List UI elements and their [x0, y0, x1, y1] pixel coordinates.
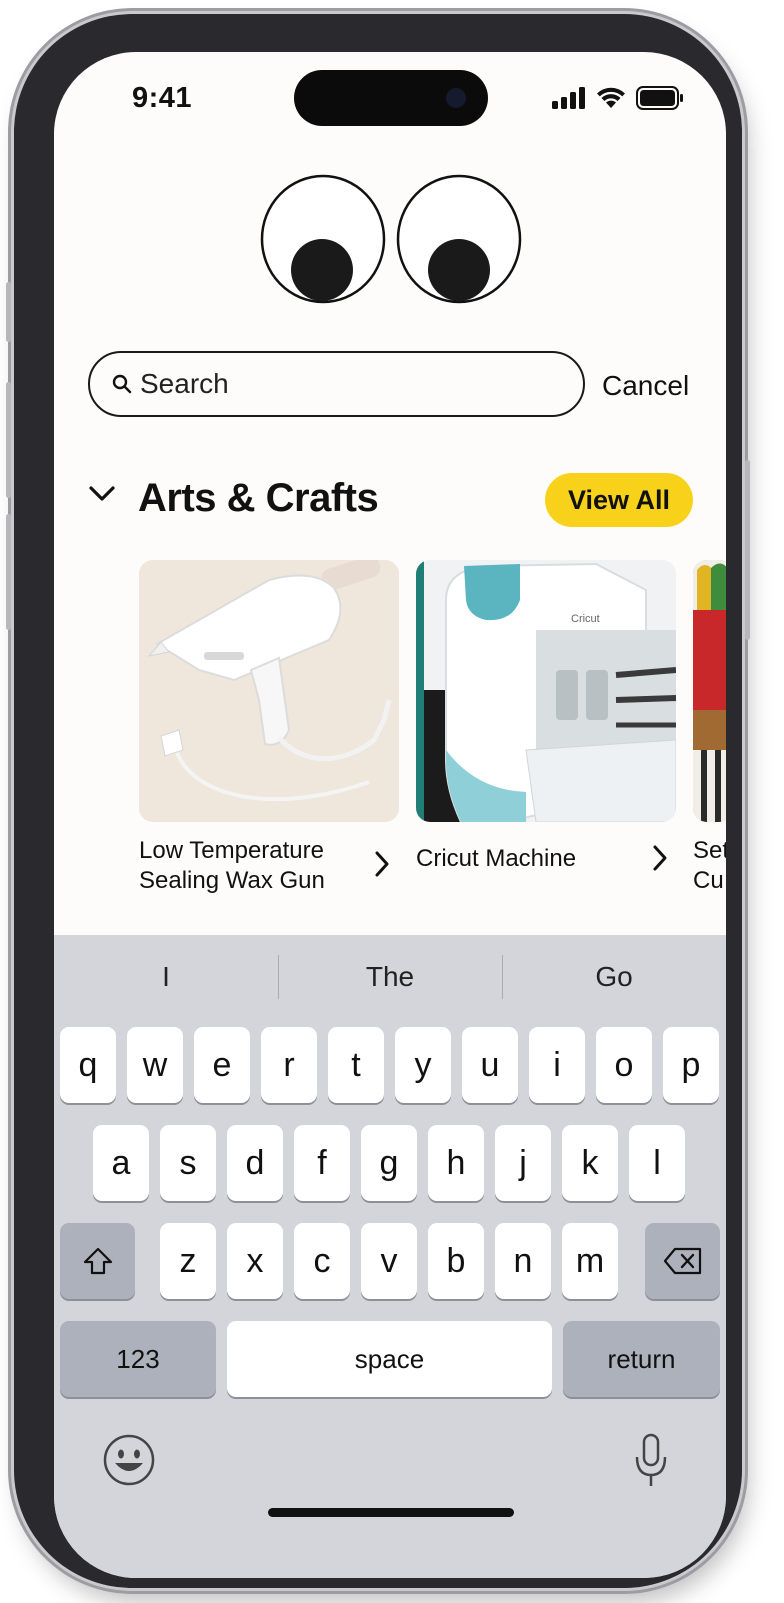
volume-down-button — [6, 514, 11, 630]
keyboard: I The Go q w e r t y u i o p a s d f g h… — [54, 935, 726, 1578]
key-w[interactable]: w — [127, 1027, 183, 1103]
key-z[interactable]: z — [160, 1223, 216, 1299]
card-title-scissors[interactable]: Set Cu — [693, 836, 726, 896]
battery-icon — [636, 86, 683, 110]
chevron-down-icon[interactable] — [88, 484, 116, 504]
cricut-machine-image[interactable]: Cricut — [416, 560, 676, 822]
signal-icon — [552, 87, 585, 109]
key-p[interactable]: p — [663, 1027, 719, 1103]
key-r[interactable]: r — [261, 1027, 317, 1103]
suggestion-2[interactable]: The — [278, 935, 502, 1019]
emoji-icon[interactable] — [102, 1433, 156, 1487]
card-title-line: Sealing Wax Gun — [139, 867, 325, 894]
key-l[interactable]: l — [629, 1125, 685, 1201]
mute-switch — [6, 282, 11, 342]
card-title-glue-gun[interactable]: Low Temperature Sealing Wax Gun — [139, 836, 325, 896]
return-key[interactable]: return — [563, 1321, 720, 1397]
key-m[interactable]: m — [562, 1223, 618, 1299]
volume-up-button — [6, 382, 11, 498]
backspace-icon — [663, 1247, 701, 1275]
chevron-right-icon[interactable] — [652, 844, 668, 872]
glue-gun-image[interactable] — [139, 560, 399, 822]
shift-icon — [83, 1247, 112, 1275]
power-button — [745, 460, 750, 640]
card-title-cricut[interactable]: Cricut Machine — [416, 844, 576, 874]
googly-eyes-logo — [260, 174, 522, 304]
key-u[interactable]: u — [462, 1027, 518, 1103]
key-h[interactable]: h — [428, 1125, 484, 1201]
key-c[interactable]: c — [294, 1223, 350, 1299]
key-a[interactable]: a — [93, 1125, 149, 1201]
home-indicator[interactable] — [268, 1508, 514, 1517]
key-e[interactable]: e — [194, 1027, 250, 1103]
card-title-line: Low Temperature — [139, 837, 324, 864]
numbers-key[interactable]: 123 — [60, 1321, 216, 1397]
svg-text:Cricut: Cricut — [571, 613, 600, 625]
status-time: 9:41 — [132, 82, 193, 114]
key-n[interactable]: n — [495, 1223, 551, 1299]
section-title: Arts & Crafts — [138, 476, 379, 520]
shift-key[interactable] — [60, 1223, 135, 1299]
key-i[interactable]: i — [529, 1027, 585, 1103]
cancel-button[interactable]: Cancel — [602, 370, 689, 402]
front-camera — [446, 88, 466, 108]
search-icon — [112, 374, 132, 394]
phone-frame: 9:41 Search Cancel Arts & Crafts View Al… — [6, 14, 750, 1588]
wifi-icon — [597, 87, 625, 108]
key-o[interactable]: o — [596, 1027, 652, 1103]
screen: 9:41 Search Cancel Arts & Crafts View Al… — [54, 52, 726, 1578]
chevron-right-icon[interactable] — [374, 850, 390, 878]
card-title-line: Set — [693, 837, 726, 864]
microphone-icon[interactable] — [634, 1433, 668, 1489]
key-x[interactable]: x — [227, 1223, 283, 1299]
status-icons — [552, 86, 684, 110]
scissors-set-image[interactable] — [693, 560, 726, 822]
card-title-line: Cu — [693, 867, 724, 894]
suggestion-3[interactable]: Go — [502, 935, 726, 1019]
search-field[interactable] — [88, 351, 585, 417]
key-b[interactable]: b — [428, 1223, 484, 1299]
view-all-button[interactable]: View All — [545, 473, 693, 527]
key-g[interactable]: g — [361, 1125, 417, 1201]
key-v[interactable]: v — [361, 1223, 417, 1299]
key-k[interactable]: k — [562, 1125, 618, 1201]
search-input[interactable] — [140, 368, 540, 400]
cricut-machine-illustration: Cricut — [416, 560, 676, 822]
key-s[interactable]: s — [160, 1125, 216, 1201]
dynamic-island — [294, 70, 488, 126]
suggestion-1[interactable]: I — [54, 935, 278, 1019]
card-title-line: Cricut Machine — [416, 845, 577, 872]
key-j[interactable]: j — [495, 1125, 551, 1201]
scissors-set-illustration — [693, 560, 726, 822]
key-q[interactable]: q — [60, 1027, 116, 1103]
key-t[interactable]: t — [328, 1027, 384, 1103]
space-key[interactable]: space — [227, 1321, 552, 1397]
key-f[interactable]: f — [294, 1125, 350, 1201]
delete-key[interactable] — [645, 1223, 720, 1299]
key-y[interactable]: y — [395, 1027, 451, 1103]
key-d[interactable]: d — [227, 1125, 283, 1201]
glue-gun-illustration — [139, 560, 399, 822]
